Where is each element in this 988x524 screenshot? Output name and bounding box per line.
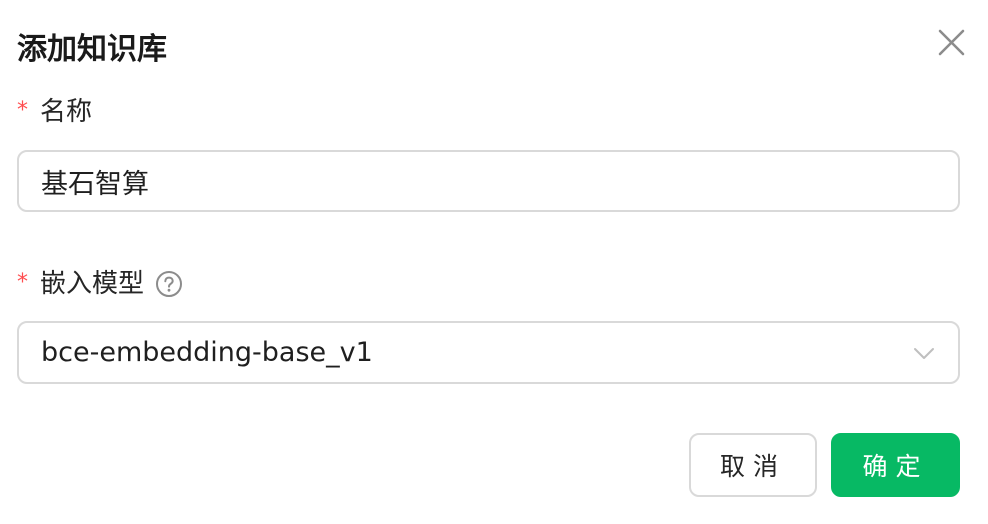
name-field-label: 名称 <box>40 97 93 127</box>
name-input[interactable] <box>17 150 960 212</box>
chevron-down-icon <box>914 347 934 359</box>
add-knowledge-base-dialog: 添加知识库 * 名称 * 嵌入模型 bce-embedding-base_v1 … <box>0 0 988 524</box>
close-button[interactable] <box>930 24 972 66</box>
name-field-label-row: * 名称 <box>17 94 92 130</box>
confirm-button[interactable]: 确定 <box>831 433 960 497</box>
embedding-model-label: 嵌入模型 <box>40 269 145 299</box>
embedding-model-selected-value: bce-embedding-base_v1 <box>41 337 373 368</box>
required-mark: * <box>17 270 28 295</box>
embedding-model-select[interactable]: bce-embedding-base_v1 <box>17 321 960 384</box>
required-mark: * <box>17 98 28 123</box>
close-icon <box>938 29 965 56</box>
embedding-model-label-row: * 嵌入模型 <box>17 266 183 302</box>
cancel-button[interactable]: 取消 <box>689 433 817 497</box>
dialog-title: 添加知识库 <box>17 32 167 67</box>
question-circle-icon[interactable] <box>155 270 183 298</box>
